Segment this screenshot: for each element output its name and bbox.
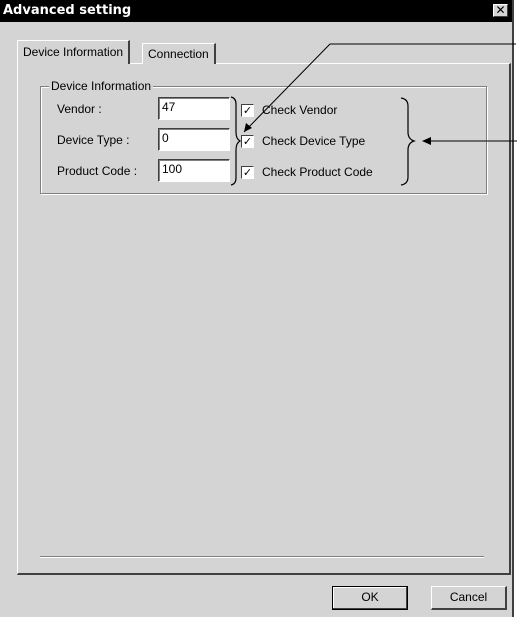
product-code-field[interactable]: 100: [158, 159, 230, 182]
ok-button[interactable]: OK: [332, 586, 408, 610]
title-bar: Advanced setting ✕: [0, 0, 512, 22]
check-vendor-option[interactable]: ✓ Check Vendor: [241, 103, 337, 117]
close-icon[interactable]: ✕: [493, 4, 508, 17]
check-device-type-label: Check Device Type: [262, 134, 366, 148]
cancel-button[interactable]: Cancel: [431, 586, 507, 610]
checkbox-checked-icon[interactable]: ✓: [241, 103, 254, 117]
check-device-type-option[interactable]: ✓ Check Device Type: [241, 134, 365, 148]
device-type-field[interactable]: 0: [158, 128, 230, 151]
window-title: Advanced setting: [3, 3, 132, 18]
tab-label: Connection: [148, 47, 209, 61]
checkbox-checked-icon[interactable]: ✓: [241, 134, 254, 148]
check-product-code-option[interactable]: ✓ Check Product Code: [241, 165, 373, 179]
tab-label: Device Information: [23, 45, 124, 59]
device-type-label: Device Type :: [57, 133, 130, 147]
check-vendor-label: Check Vendor: [262, 103, 338, 117]
vendor-field[interactable]: 47: [158, 97, 230, 120]
vendor-label: Vendor :: [57, 102, 102, 116]
check-product-code-label: Check Product Code: [262, 165, 373, 179]
checkbox-checked-icon[interactable]: ✓: [241, 165, 254, 179]
tab-connection[interactable]: Connection: [142, 43, 216, 64]
group-title: Device Information: [49, 79, 154, 93]
dialog-window: Advanced setting ✕ Device Information Co…: [0, 0, 514, 617]
product-code-label: Product Code :: [57, 164, 138, 178]
separator-line: [40, 556, 484, 558]
tab-device-information[interactable]: Device Information: [17, 40, 131, 64]
